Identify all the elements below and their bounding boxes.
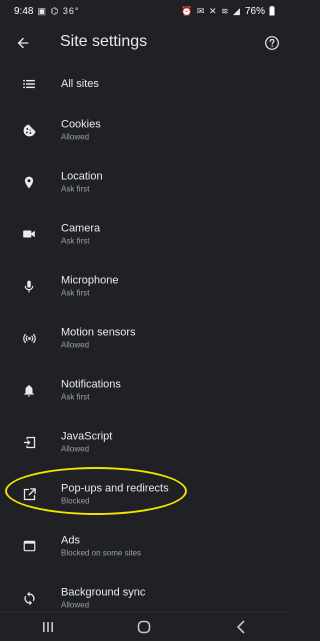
site-settings-list: All sites Cookies Allowed Location Ask f… <box>0 64 289 624</box>
settings-item-title: All sites <box>61 78 99 90</box>
settings-item-all-sites[interactable]: All sites <box>0 64 289 104</box>
settings-item-status: Allowed <box>61 340 90 350</box>
notification-icons: ▣ ⌬ 36° <box>37 5 80 16</box>
status-time: 9:48 <box>14 5 34 17</box>
settings-item-status: Ask first <box>61 184 90 194</box>
settings-item-text: Pop-ups and redirects Blocked <box>61 482 169 507</box>
sync-icon <box>19 588 39 608</box>
settings-item-location[interactable]: Location Ask first <box>0 156 289 208</box>
settings-item-title: Camera <box>61 222 101 235</box>
battery-percent: 76% <box>244 5 265 17</box>
settings-item-title: JavaScript <box>61 430 113 443</box>
list-icon <box>19 74 39 94</box>
settings-item-text: Camera Ask first <box>61 222 100 247</box>
settings-item-javascript[interactable]: JavaScript Allowed <box>0 416 289 468</box>
settings-item-title: Background sync <box>61 586 146 599</box>
settings-item-text: Microphone Ask first <box>61 274 118 299</box>
settings-item-status: Allowed <box>61 444 90 454</box>
microphone-icon <box>19 276 39 296</box>
settings-item-title: Location <box>61 170 103 183</box>
settings-item-title: Notifications <box>61 378 121 391</box>
settings-item-cookies[interactable]: Cookies Allowed <box>0 104 289 156</box>
status-right: ⏰ ✉ ✕ ≋ ◢ 76% <box>181 6 275 17</box>
status-left: 9:48 ▣ ⌬ 36° <box>14 6 79 17</box>
ads-icon <box>19 536 39 556</box>
settings-item-text: JavaScript Allowed <box>61 430 112 455</box>
recents-icon[interactable] <box>28 615 68 639</box>
settings-item-status: Allowed <box>61 600 90 610</box>
arrow-back-icon[interactable] <box>10 30 36 56</box>
settings-item-title: Microphone <box>61 274 119 287</box>
settings-item-ads[interactable]: Ads Blocked on some sites <box>0 520 289 572</box>
settings-item-camera[interactable]: Camera Ask first <box>0 208 289 260</box>
camera-icon <box>19 224 39 244</box>
settings-item-text: Background sync Allowed <box>61 586 145 611</box>
settings-item-title: Ads <box>61 534 80 547</box>
settings-item-status: Allowed <box>61 132 90 142</box>
settings-item-microphone[interactable]: Microphone Ask first <box>0 260 289 312</box>
settings-item-status: Ask first <box>61 236 90 246</box>
settings-item-status: Ask first <box>61 392 90 402</box>
settings-item-text: Motion sensors Allowed <box>61 326 136 351</box>
help-icon[interactable] <box>261 32 283 54</box>
settings-item-title: Pop-ups and redirects <box>61 482 169 495</box>
settings-item-notifications[interactable]: Notifications Ask first <box>0 364 289 416</box>
home-icon[interactable] <box>124 615 164 639</box>
settings-item-text: Ads Blocked on some sites <box>61 534 141 559</box>
settings-item-text: Location Ask first <box>61 170 103 195</box>
cookie-icon <box>19 120 39 140</box>
open-in-new-icon <box>19 484 39 504</box>
settings-item-motion-sensors[interactable]: Motion sensors Allowed <box>0 312 289 364</box>
motion-sensor-icon <box>19 328 39 348</box>
status-bar: 9:48 ▣ ⌬ 36° ⏰ ✉ ✕ ≋ ◢ 76% <box>0 0 289 22</box>
app-bar: Site settings <box>0 22 289 64</box>
settings-item-text: Cookies Allowed <box>61 118 101 143</box>
back-nav-icon[interactable] <box>221 615 261 639</box>
settings-item-status: Blocked on some sites <box>61 548 142 558</box>
javascript-icon <box>19 432 39 452</box>
settings-item-popups-redirects[interactable]: Pop-ups and redirects Blocked <box>0 468 289 520</box>
settings-item-text: All sites <box>61 77 99 91</box>
settings-item-title: Motion sensors <box>61 326 136 339</box>
system-status-icons: ⏰ ✉ ✕ ≋ ◢ <box>181 5 241 16</box>
battery-icon <box>269 6 275 16</box>
settings-item-title: Cookies <box>61 118 101 131</box>
settings-item-status: Ask first <box>61 288 90 298</box>
settings-item-status: Blocked <box>61 496 90 506</box>
bell-icon <box>19 380 39 400</box>
page-title: Site settings <box>60 33 148 50</box>
location-pin-icon <box>19 172 39 192</box>
settings-item-text: Notifications Ask first <box>61 378 121 403</box>
system-nav-bar <box>0 611 289 641</box>
